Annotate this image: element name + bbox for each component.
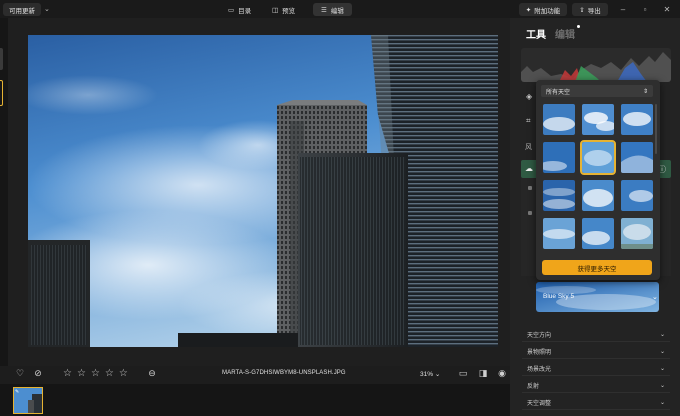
star-icon[interactable]: ☆: [63, 368, 72, 379]
tab-edit[interactable]: ☰ 编辑: [313, 3, 352, 16]
sky-thumbnail[interactable]: [582, 180, 614, 211]
update-badge-label: 可用更新: [9, 7, 35, 15]
tab-catalog[interactable]: ▭ 目录: [220, 3, 259, 16]
popover-scrollbar[interactable]: [655, 104, 657, 154]
selected-sky-name: Blue Sky 5: [543, 293, 575, 300]
star-icon[interactable]: ☆: [91, 368, 100, 379]
settings-row[interactable]: 场景改光 ⌄: [522, 362, 670, 376]
compare-split-icon[interactable]: ◨: [478, 368, 488, 378]
sky-thumbnail[interactable]: [621, 142, 653, 173]
eye-icon[interactable]: ◉: [497, 368, 507, 378]
star-icon[interactable]: ☆: [77, 368, 86, 379]
row-label: 天空调整: [527, 401, 552, 407]
layers-icon[interactable]: ◈: [526, 92, 532, 101]
sky-thumbnail[interactable]: [543, 218, 575, 249]
zoom-value: 31%: [420, 371, 434, 378]
chevron-down-icon[interactable]: ⌄: [44, 5, 54, 14]
chevron-down-icon: ⌄: [659, 366, 665, 372]
panel-handle-active[interactable]: [0, 80, 3, 106]
addons-button[interactable]: ✦ 附加功能: [519, 3, 567, 16]
settings-row[interactable]: 景物照明 ⌄: [522, 345, 670, 359]
row-label: 景物照明: [527, 350, 552, 356]
unsaved-dot: [577, 25, 580, 28]
cloud-icon: ☁: [525, 164, 533, 173]
addons-label: 附加功能: [534, 7, 561, 15]
reject-icon[interactable]: ⊘: [33, 368, 43, 378]
zoom-level[interactable]: 31% ⌄: [420, 370, 440, 378]
sky-thumbnail[interactable]: [582, 104, 614, 135]
sky-thumbnail[interactable]: [621, 104, 653, 135]
row-label: 反射: [527, 384, 540, 390]
sky-thumbnail[interactable]: [543, 142, 575, 173]
row-label: 天空方向: [527, 333, 552, 339]
chevron-down-icon: ⌄: [659, 383, 665, 389]
settings-row[interactable]: 天空调整 ⌄: [522, 396, 670, 410]
tab-tools[interactable]: 工具: [526, 26, 546, 41]
left-strip: [0, 18, 8, 366]
chevron-down-icon: ⌄: [434, 371, 441, 378]
minimize-icon[interactable]: –: [616, 3, 630, 15]
chevron-down-icon: ⌄: [659, 332, 665, 338]
tab-label: 目录: [238, 7, 252, 15]
dropdown-value: 所有天空: [546, 89, 571, 96]
sky-category-dropdown[interactable]: 所有天空 ⇕: [541, 85, 653, 97]
sparkle-icon: ✦: [525, 6, 532, 14]
sky-thumbnail-selected[interactable]: [580, 140, 616, 175]
sky-thumbnail[interactable]: [543, 180, 575, 211]
star-icon[interactable]: ☆: [105, 368, 114, 379]
compare-icon: ◫: [272, 6, 279, 14]
filename: MARTA-S-G7DHSIWBYM8-UNSPLASH.JPG: [222, 370, 346, 376]
crop-icon[interactable]: ⌗: [526, 116, 531, 126]
chevron-down-icon: ⌄: [659, 349, 665, 355]
heart-icon[interactable]: ♡: [15, 368, 25, 378]
star-rating[interactable]: ☆ ☆ ☆ ☆ ☆: [63, 368, 128, 379]
edited-badge-icon: ✎: [15, 389, 20, 395]
sky-thumbnail[interactable]: [543, 104, 575, 135]
histogram: [521, 48, 671, 82]
mask-icon: [528, 186, 532, 190]
filmstrip: [0, 384, 510, 416]
close-icon[interactable]: ✕: [660, 3, 674, 15]
chevron-updown-icon: ⇕: [642, 88, 648, 95]
panel-handle[interactable]: [0, 48, 3, 70]
remove-icon[interactable]: ⊖: [147, 368, 157, 378]
get-more-label: 获得更多天空: [577, 265, 617, 273]
sky-thumbnail[interactable]: [582, 218, 614, 249]
tab-edit-panel[interactable]: 编辑: [555, 26, 575, 41]
row-label: 场景改光: [527, 367, 552, 373]
sky-thumbnail[interactable]: [621, 218, 653, 249]
tab-label: 预览: [282, 7, 296, 15]
get-more-skies-button[interactable]: 获得更多天空: [542, 260, 652, 275]
star-icon[interactable]: ☆: [119, 368, 128, 379]
maximize-icon[interactable]: ▫: [638, 3, 652, 15]
chevron-down-icon: ⌄: [659, 400, 665, 406]
section-label: 风: [525, 144, 532, 151]
sky-thumbnail-grid: [543, 104, 655, 249]
update-badge[interactable]: 可用更新: [3, 3, 41, 16]
settings-row[interactable]: 天空方向 ⌄: [522, 328, 670, 342]
before-after-icon[interactable]: ▭: [458, 368, 468, 378]
export-label: 导出: [587, 7, 601, 15]
export-icon: ⇪: [579, 6, 585, 14]
export-button[interactable]: ⇪ 导出: [572, 3, 608, 16]
tab-preview[interactable]: ◫ 预览: [264, 3, 303, 16]
photo[interactable]: [28, 35, 498, 347]
sliders-icon: ☰: [321, 6, 327, 14]
tab-label: 编辑: [330, 7, 344, 15]
sky-thumbnail[interactable]: [621, 180, 653, 211]
chevron-down-icon[interactable]: ⌄: [652, 293, 658, 301]
mask-icon: [528, 211, 532, 215]
settings-row[interactable]: 反射 ⌄: [522, 379, 670, 393]
folder-icon: ▭: [228, 6, 235, 14]
